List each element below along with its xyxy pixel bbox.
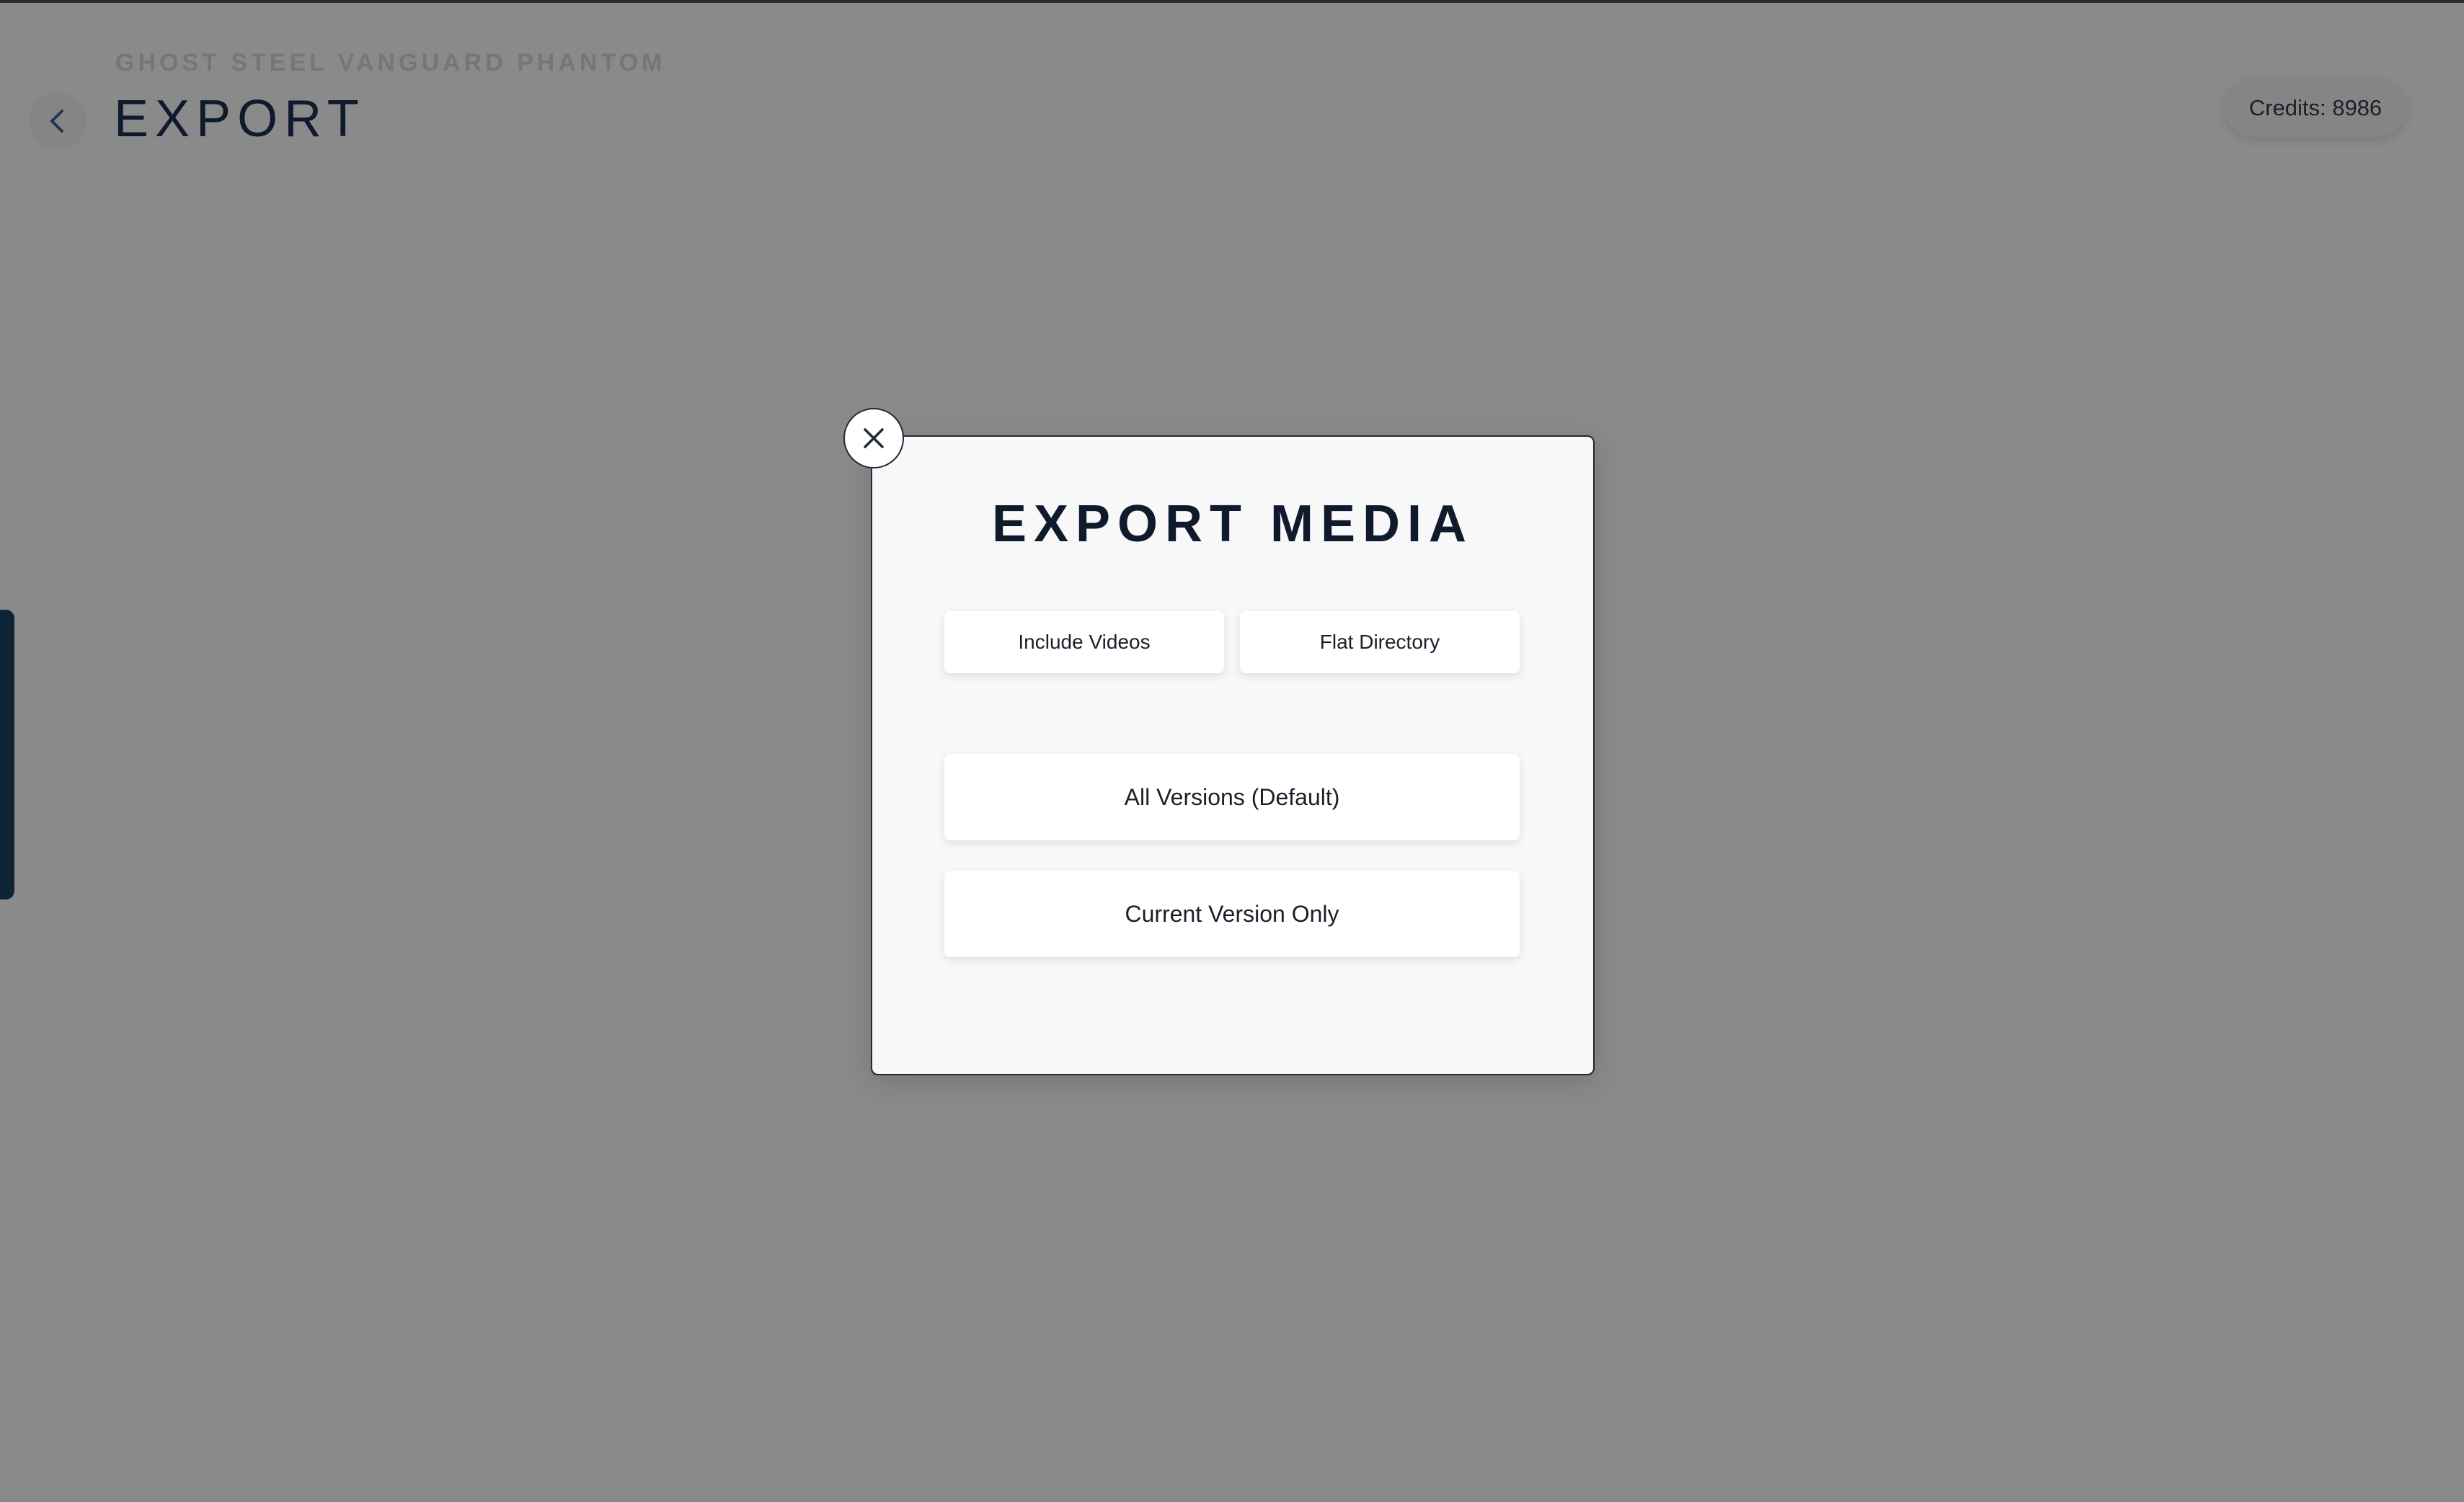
back-button[interactable] — [29, 92, 87, 150]
chevron-left-icon — [50, 110, 63, 133]
current-version-button[interactable]: Current Version Only — [944, 871, 1520, 957]
include-videos-button[interactable]: Include Videos — [944, 611, 1224, 673]
all-versions-button[interactable]: All Versions (Default) — [944, 754, 1520, 840]
credits-badge: Credits: 8986 — [2225, 79, 2406, 137]
close-icon — [864, 428, 884, 448]
export-media-modal: EXPORT MEDIA Include Videos Flat Directo… — [871, 435, 1595, 1075]
page-title: EXPORT — [114, 90, 365, 148]
project-name: GHOST STEEL VANGUARD PHANTOM — [115, 49, 666, 76]
modal-close-button[interactable] — [843, 408, 904, 468]
side-drawer-handle[interactable] — [0, 610, 14, 899]
app-screen: GHOST STEEL VANGUARD PHANTOM EXPORT Cred… — [0, 0, 2464, 1502]
modal-title: EXPORT MEDIA — [991, 495, 1474, 553]
flat-directory-button[interactable]: Flat Directory — [1240, 611, 1520, 673]
